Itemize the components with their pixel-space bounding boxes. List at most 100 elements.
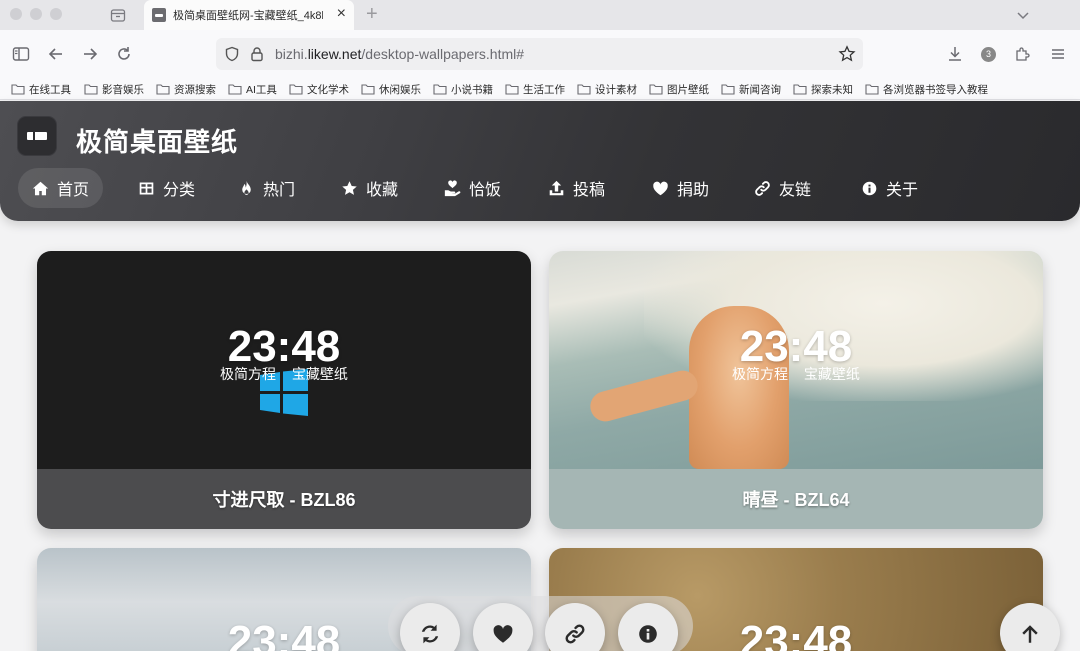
bookmark-label: AI工具 (246, 83, 277, 96)
hand-heart-icon (444, 179, 461, 196)
arrow-up-icon (1022, 625, 1038, 643)
url-domain: likew.net (307, 46, 362, 62)
forward-arrow-icon[interactable] (81, 45, 99, 63)
menu-label: 关于 (886, 182, 919, 199)
site-favicon-icon (152, 8, 166, 22)
menu-label: 恰饭 (469, 182, 502, 199)
new-tab-icon[interactable]: + (366, 4, 378, 24)
extensions-icon[interactable] (1014, 45, 1032, 63)
menu-label: 投稿 (573, 182, 606, 199)
menu-item-about[interactable]: 关于 (847, 168, 932, 208)
menu-icon[interactable] (1049, 45, 1067, 63)
window-minimize-button[interactable] (30, 8, 42, 20)
menu-label: 捐助 (677, 182, 710, 199)
tab-bar: 极简桌面壁纸网-宝藏壁纸_4k8k桌 × + (0, 0, 1080, 30)
bookmarks-bar: 在线工具 影音娱乐 资源搜索 AI工具 文化学术 休闲娱乐 小说书籍 生活工作 … (0, 78, 1080, 100)
active-tab[interactable]: 极简桌面壁纸网-宝藏壁纸_4k8k桌 × (144, 0, 354, 30)
site-logo[interactable] (18, 117, 56, 155)
folder-icon (721, 84, 735, 95)
menu-label: 收藏 (366, 182, 399, 199)
url-path: /desktop-wallpapers.html# (361, 46, 525, 62)
bookmark-folder[interactable]: 休闲娱乐 (361, 81, 421, 97)
tab-close-icon[interactable]: × (337, 6, 346, 22)
bookmark-folder[interactable]: 图片壁纸 (649, 81, 709, 97)
bookmark-folder[interactable]: 资源搜索 (156, 81, 216, 97)
bookmark-star-icon[interactable] (838, 45, 856, 63)
menu-item-sponsor[interactable]: 恰饭 (430, 168, 515, 208)
address-bar[interactable]: bizhi.likew.net/desktop-wallpapers.html# (216, 38, 863, 70)
chevron-down-icon[interactable] (1014, 6, 1032, 24)
bookmark-label: 各浏览器书签导入教程 (883, 83, 988, 96)
sidebar-icon[interactable] (12, 45, 30, 63)
grid-icon (139, 182, 154, 194)
wallpaper-card[interactable]: 23:48 极简方程 宝藏壁纸 寸进尺取 - BZL86 (37, 251, 531, 529)
bookmark-folder[interactable]: 小说书籍 (433, 81, 493, 97)
url-text[interactable]: bizhi.likew.net/desktop-wallpapers.html# (275, 46, 524, 62)
page: 极简桌面壁纸网-宝藏壁纸_4k8k桌 × + bizhi.likew.net/d… (0, 0, 1080, 651)
bookmark-folder[interactable]: 生活工作 (505, 81, 565, 97)
wallpaper-preview[interactable]: 23:48 极简方程 宝藏壁纸 (549, 251, 1043, 469)
bookmark-label: 探索未知 (811, 83, 853, 96)
notification-badge[interactable]: 3 (981, 47, 996, 62)
shield-icon[interactable] (224, 46, 240, 62)
bookmark-label: 休闲娱乐 (379, 83, 421, 96)
bookmark-folder[interactable]: 在线工具 (11, 81, 71, 97)
bookmark-folder[interactable]: AI工具 (228, 81, 277, 97)
folder-icon (793, 84, 807, 95)
bookmark-label: 文化学术 (307, 83, 349, 96)
clock-time: 23:48 (739, 322, 853, 371)
bookmark-folder[interactable]: 探索未知 (793, 81, 853, 97)
folder-icon (84, 84, 98, 95)
menu-label: 分类 (163, 182, 196, 199)
menu-item-home[interactable]: 首页 (18, 168, 104, 208)
bookmark-label: 在线工具 (29, 83, 71, 96)
menu-label: 热门 (263, 182, 296, 199)
info-icon (639, 625, 657, 643)
menu-item-donate[interactable]: 捐助 (638, 168, 723, 208)
menu-item-favorites[interactable]: 收藏 (327, 168, 412, 208)
wallpaper-title[interactable]: 寸进尺取 - BZL86 (37, 469, 531, 529)
wallpaper-title[interactable]: 晴昼 - BZL64 (549, 469, 1043, 529)
folder-icon (289, 84, 303, 95)
bookmark-folder[interactable]: 文化学术 (289, 81, 349, 97)
download-icon[interactable] (946, 45, 964, 63)
bookmark-folder[interactable]: 各浏览器书签导入教程 (865, 81, 988, 97)
window-zoom-button[interactable] (50, 8, 62, 20)
folder-icon (505, 84, 519, 95)
wallpaper-preview[interactable]: 23:48 极简方程 宝藏壁纸 (37, 251, 531, 469)
lock-icon[interactable] (249, 46, 265, 62)
bookmark-folder[interactable]: 新闻咨询 (721, 81, 781, 97)
site-title[interactable]: 极简桌面壁纸 (76, 122, 238, 159)
bookmark-label: 生活工作 (523, 83, 565, 96)
refresh-icon (421, 624, 439, 644)
clock-subtitle: 极简方程 宝藏壁纸 (732, 366, 860, 382)
back-to-top-button[interactable] (1000, 603, 1060, 651)
info-icon (862, 181, 877, 195)
upload-icon (549, 180, 564, 195)
star-icon (342, 180, 357, 195)
menu-item-hot[interactable]: 热门 (224, 168, 309, 208)
folder-icon (11, 84, 25, 95)
menu-item-categories[interactable]: 分类 (124, 168, 209, 208)
menu-label: 首页 (57, 182, 90, 199)
link-icon (565, 624, 585, 644)
clock-time: 23:48 (227, 322, 341, 371)
fire-icon (242, 180, 251, 195)
menu-item-submit[interactable]: 投稿 (534, 168, 619, 208)
bookmark-folder[interactable]: 影音娱乐 (84, 81, 144, 97)
window-close-button[interactable] (10, 8, 22, 20)
bookmark-label: 资源搜索 (174, 83, 216, 96)
folder-icon (228, 84, 242, 95)
bookmark-folder[interactable]: 设计素材 (577, 81, 637, 97)
link-icon (755, 180, 770, 196)
menu-item-links[interactable]: 友链 (740, 168, 825, 208)
folder-icon (577, 84, 591, 95)
wallpaper-card[interactable]: 23:48 极简方程 宝藏壁纸 晴昼 - BZL64 (549, 251, 1043, 529)
bookmark-label: 新闻咨询 (739, 83, 781, 96)
menu-label: 友链 (779, 182, 812, 199)
tab-title: 极简桌面壁纸网-宝藏壁纸_4k8k桌 (173, 10, 323, 22)
back-arrow-icon[interactable] (47, 45, 65, 63)
tab-groups-icon[interactable] (110, 7, 126, 23)
url-prefix: bizhi. (275, 46, 308, 62)
reload-icon[interactable] (115, 45, 133, 63)
